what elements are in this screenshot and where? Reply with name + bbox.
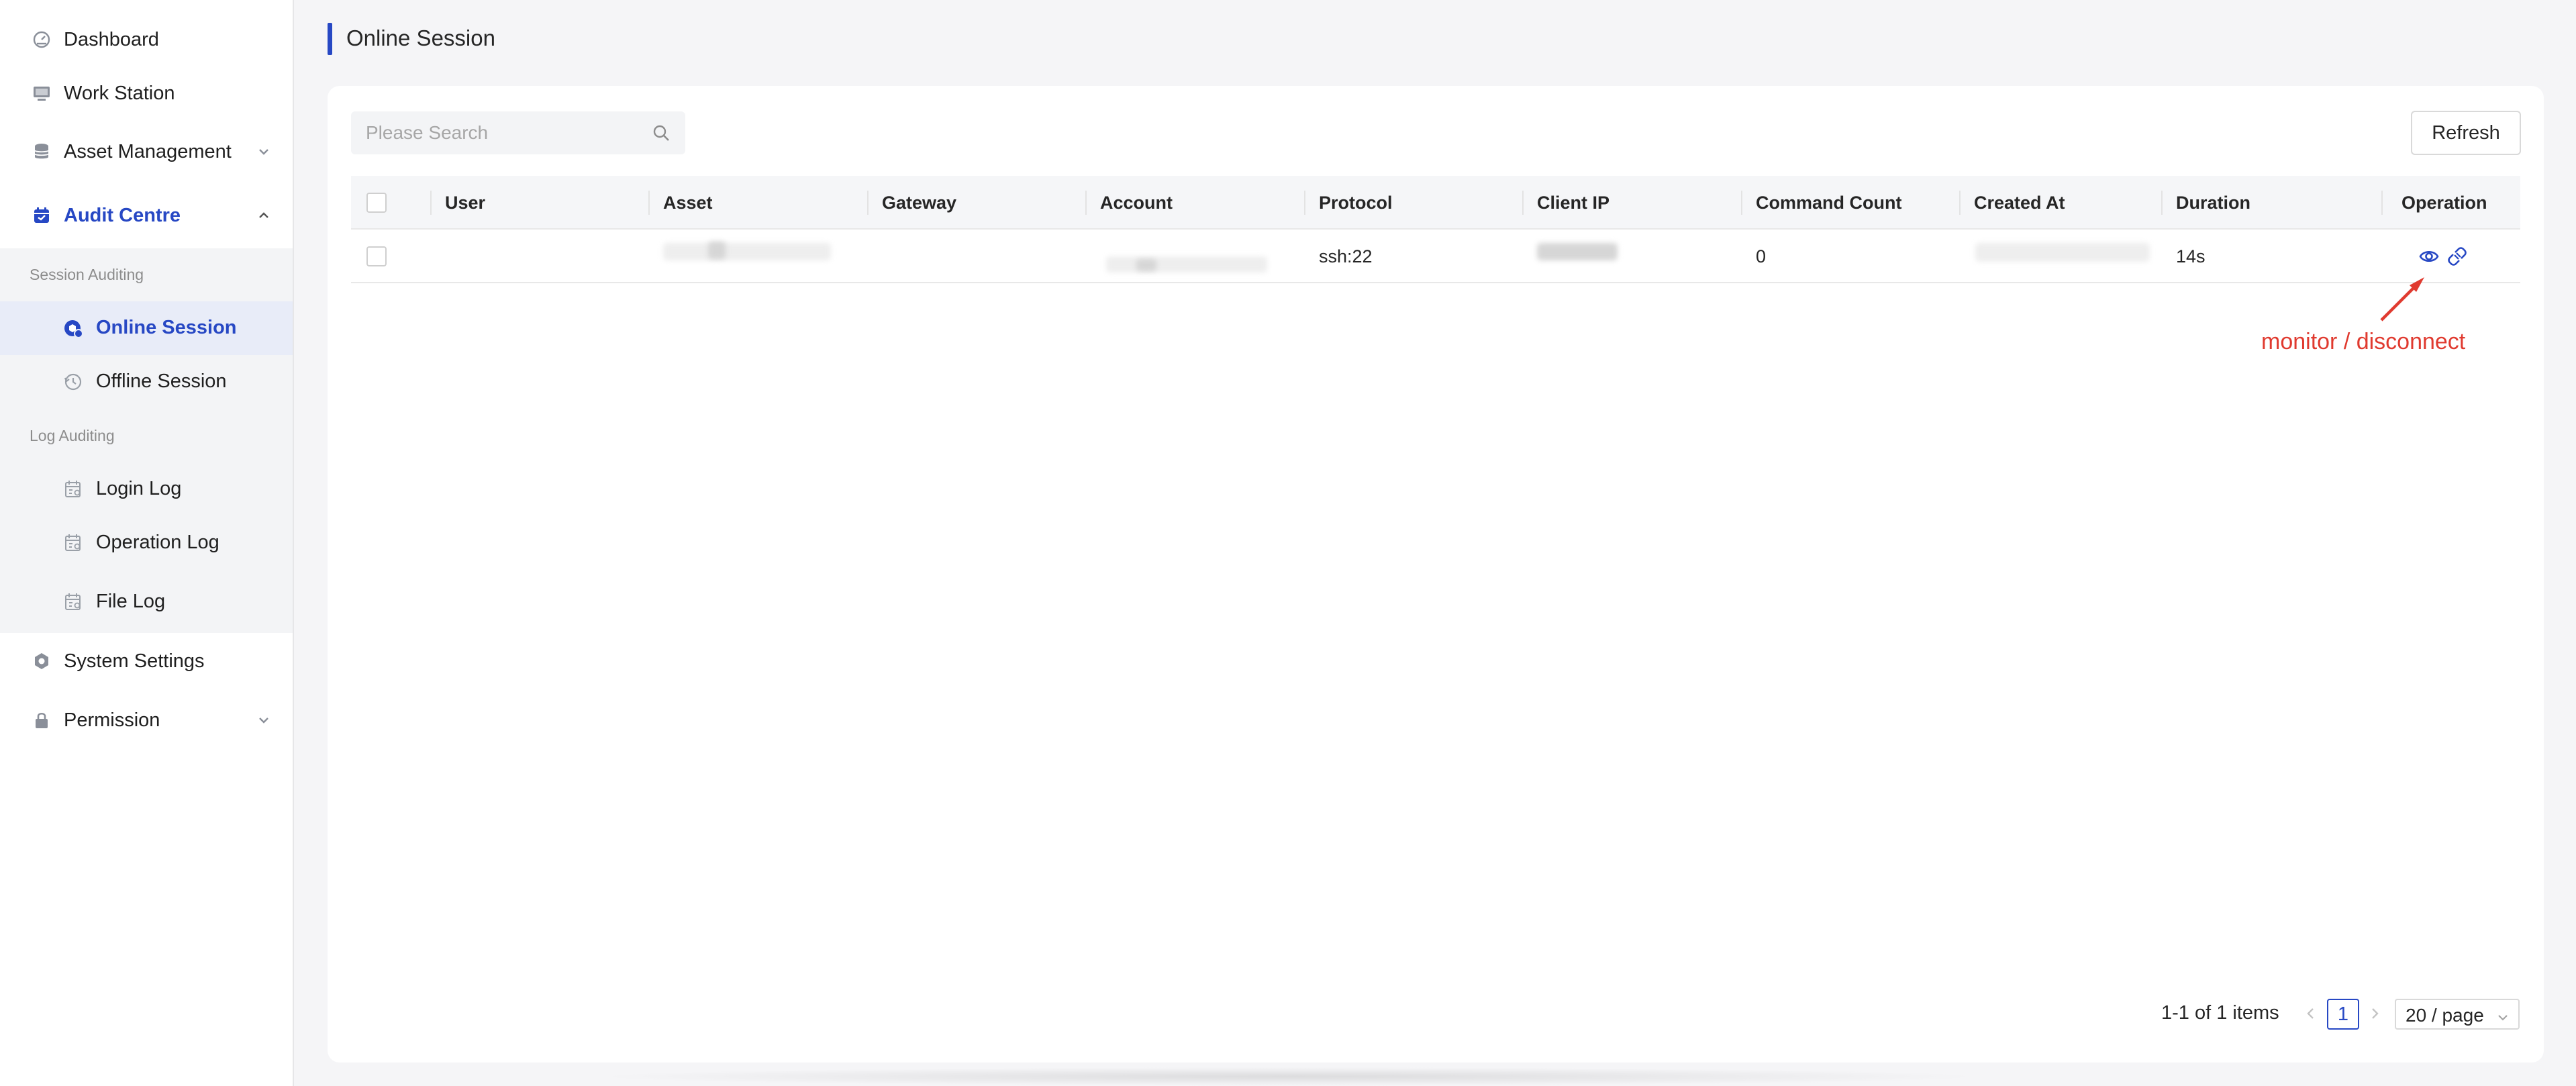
column-divider xyxy=(1304,191,1305,215)
sidebar-item-work-station[interactable]: Work Station xyxy=(0,79,293,107)
column-header-asset[interactable]: Asset xyxy=(663,176,713,230)
sidebar-item-label: Login Log xyxy=(96,478,182,499)
sidebar-item-asset-management[interactable]: Asset Management xyxy=(0,138,293,166)
table-header: User Asset Gateway Account Protocol Clie… xyxy=(351,176,2520,230)
sidebar-item-online-session[interactable]: Online Session xyxy=(0,301,293,355)
dashboard-icon xyxy=(32,30,52,50)
disconnect-icon[interactable] xyxy=(2447,246,2467,266)
sidebar-item-label: File Log xyxy=(96,591,166,612)
page-title-accent xyxy=(328,23,332,55)
page-size-select[interactable]: 20 / page xyxy=(2395,999,2520,1030)
column-header-duration[interactable]: Duration xyxy=(2176,176,2250,230)
sidebar-item-file-log[interactable]: File Log xyxy=(0,575,293,629)
chevron-left-icon[interactable] xyxy=(2302,1005,2320,1022)
column-header-user[interactable]: User xyxy=(445,176,485,230)
cell-protocol: ssh:22 xyxy=(1319,246,1373,266)
search-input[interactable]: Please Search xyxy=(351,111,685,154)
column-header-command-count[interactable]: Command Count xyxy=(1756,176,1901,230)
cell-account-redacted xyxy=(1136,259,1156,271)
sidebar-item-label: Dashboard xyxy=(64,28,159,50)
sidebar-item-system-settings[interactable]: System Settings xyxy=(0,647,293,675)
sidebar-item-label: Online Session xyxy=(96,317,237,338)
sidebar: Dashboard Work Station Asset Management … xyxy=(0,0,294,1086)
lock-icon xyxy=(32,710,52,730)
page-size-label: 20 / page xyxy=(2406,1005,2484,1026)
sidebar-item-login-log[interactable]: Login Log xyxy=(0,462,293,516)
column-divider xyxy=(1522,191,1524,215)
cell-asset-redacted xyxy=(663,243,831,260)
sidebar-item-offline-session[interactable]: Offline Session xyxy=(0,355,293,409)
group-label-session-auditing: Session Auditing xyxy=(30,266,144,283)
sidebar-item-label: Offline Session xyxy=(96,371,227,392)
refresh-button[interactable]: Refresh xyxy=(2411,111,2521,155)
log-calendar-icon xyxy=(63,479,83,499)
log-calendar-icon xyxy=(63,592,83,612)
sidebar-item-label: Work Station xyxy=(64,82,175,104)
column-divider xyxy=(1959,191,1961,215)
monitor-icon xyxy=(32,83,52,103)
sidebar-item-label: Operation Log xyxy=(96,532,219,553)
column-header-protocol[interactable]: Protocol xyxy=(1319,176,1393,230)
chevron-up-icon xyxy=(255,207,273,224)
cell-asset-redacted xyxy=(708,242,726,259)
gear-icon xyxy=(32,651,52,671)
column-divider xyxy=(2381,191,2383,215)
cell-command-count: 0 xyxy=(1756,246,1767,266)
sidebar-item-label: Audit Centre xyxy=(64,204,181,226)
column-divider xyxy=(867,191,869,215)
column-divider xyxy=(1085,191,1087,215)
monitor-icon[interactable] xyxy=(2419,246,2439,266)
group-label-log-auditing: Log Auditing xyxy=(30,427,115,444)
column-header-created-at[interactable]: Created At xyxy=(1974,176,2065,230)
page-title: Online Session xyxy=(346,26,495,50)
column-divider xyxy=(2161,191,2163,215)
pagination-total: 1-1 of 1 items xyxy=(2161,1002,2279,1024)
column-header-gateway[interactable]: Gateway xyxy=(882,176,956,230)
pagination-page[interactable]: 1 xyxy=(2327,999,2359,1030)
annotation-label: monitor / disconnect xyxy=(2261,329,2466,354)
log-calendar-icon xyxy=(63,533,83,553)
scroll-shadow xyxy=(591,1067,1987,1086)
row-checkbox[interactable] xyxy=(366,246,387,266)
cell-created-at-redacted xyxy=(1975,243,2150,262)
history-icon xyxy=(63,372,83,392)
main-card: Please Search Refresh User Asset Gateway… xyxy=(328,86,2544,1063)
chevron-right-icon[interactable] xyxy=(2366,1005,2383,1022)
sidebar-item-label: Permission xyxy=(64,709,160,731)
chevron-down-icon xyxy=(2495,1008,2510,1023)
column-divider xyxy=(648,191,650,215)
column-divider xyxy=(430,191,432,215)
database-icon xyxy=(32,142,52,162)
search-icon[interactable] xyxy=(652,124,671,142)
session-online-icon xyxy=(63,318,83,338)
chevron-down-icon xyxy=(255,143,273,160)
cell-client-ip-redacted xyxy=(1537,243,1618,260)
annotation-arrow-icon xyxy=(2380,277,2424,322)
chevron-down-icon xyxy=(255,711,273,729)
sidebar-item-label: Asset Management xyxy=(64,140,232,162)
sidebar-item-permission[interactable]: Permission xyxy=(0,706,293,734)
sidebar-item-audit-centre[interactable]: Audit Centre xyxy=(0,201,293,230)
select-all-checkbox[interactable] xyxy=(366,193,387,213)
sidebar-item-operation-log[interactable]: Operation Log xyxy=(0,516,293,570)
cell-duration: 14s xyxy=(2176,246,2206,266)
calendar-check-icon xyxy=(32,205,52,226)
column-divider xyxy=(1741,191,1742,215)
column-header-operation: Operation xyxy=(2401,192,2487,213)
sidebar-item-label: System Settings xyxy=(64,650,205,672)
column-header-client-ip[interactable]: Client IP xyxy=(1537,176,1609,230)
cell-account-redacted xyxy=(1106,256,1267,273)
search-placeholder: Please Search xyxy=(366,122,489,143)
sidebar-item-dashboard[interactable]: Dashboard xyxy=(0,26,293,54)
column-header-account[interactable]: Account xyxy=(1100,176,1173,230)
table-row[interactable]: ssh:22 0 14s xyxy=(351,230,2520,283)
